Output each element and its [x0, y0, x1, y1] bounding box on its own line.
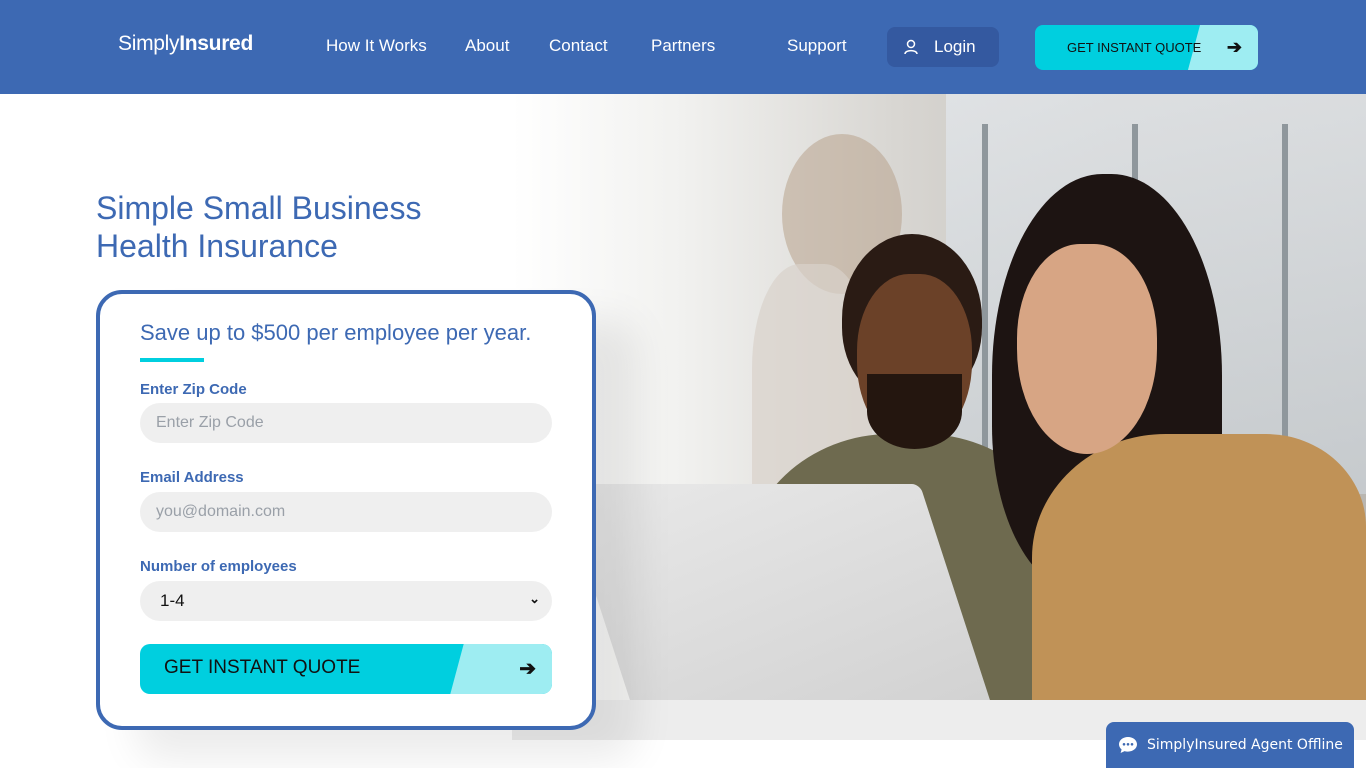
headline-line-2: Health Insurance [96, 228, 338, 264]
arrow-right-icon: ➔ [1226, 37, 1242, 57]
get-quote-header-button[interactable]: GET INSTANT QUOTE ➔ [1035, 25, 1258, 70]
employees-select[interactable]: 1-4 ⌄ [140, 581, 552, 621]
chat-bubble-icon [1119, 737, 1137, 753]
navbar: SimplyInsured How It Works About Contact… [0, 0, 1366, 94]
login-label: Login [934, 37, 976, 56]
window-frame [982, 124, 988, 484]
nav-support[interactable]: Support [787, 36, 847, 56]
employees-selected-value: 1-4 [160, 591, 185, 610]
email-input[interactable] [140, 492, 552, 532]
get-quote-submit-button[interactable]: GET INSTANT QUOTE ➔ [140, 644, 552, 694]
nav-partners[interactable]: Partners [651, 36, 715, 56]
zip-input[interactable] [140, 403, 552, 443]
chat-widget[interactable]: SimplyInsured Agent Offline [1106, 722, 1354, 768]
submit-label: GET INSTANT QUOTE [164, 657, 361, 678]
form-title: Save up to $500 per employee per year. [140, 320, 532, 345]
arrow-right-icon: ➔ [519, 658, 536, 680]
title-underline [140, 358, 204, 362]
login-button[interactable]: Login [887, 27, 999, 67]
nav-contact[interactable]: Contact [549, 36, 608, 56]
hero-image [512, 94, 1366, 740]
logo[interactable]: SimplyInsured [118, 32, 253, 56]
logo-light: Simply [118, 32, 180, 55]
page-headline: Simple Small Business Health Insurance [96, 189, 421, 265]
get-quote-header-label: GET INSTANT QUOTE [1067, 40, 1202, 55]
chat-status-label: SimplyInsured Agent Offline [1147, 737, 1343, 753]
woman-face [1017, 244, 1157, 454]
logo-bold: Insured [179, 32, 253, 55]
man-beard [867, 374, 962, 449]
employees-label: Number of employees [140, 558, 297, 575]
quote-form: Save up to $500 per employee per year. E… [96, 290, 596, 730]
nav-about[interactable]: About [465, 36, 509, 56]
nav-how-it-works[interactable]: How It Works [326, 36, 427, 56]
zip-label: Enter Zip Code [140, 381, 247, 398]
headline-line-1: Simple Small Business [96, 190, 422, 226]
button-accent [467, 644, 552, 694]
woman-shirt [1032, 434, 1366, 740]
user-icon [904, 39, 918, 55]
window-frame [1282, 124, 1288, 484]
chevron-down-icon: ⌄ [529, 591, 540, 606]
email-label: Email Address [140, 469, 244, 486]
